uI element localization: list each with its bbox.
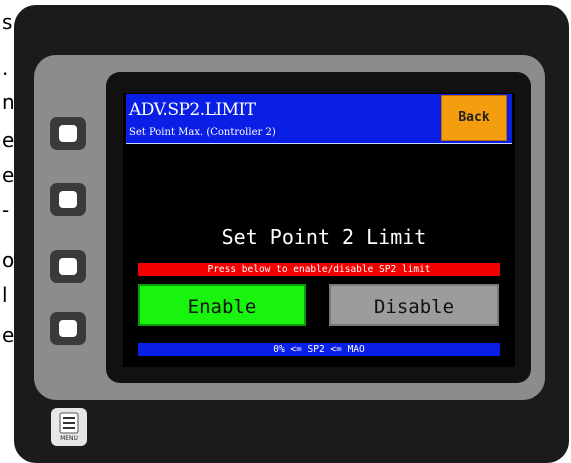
key-face [59,320,77,337]
back-button[interactable]: Back [441,95,507,141]
range-note-banner: 0% <= SP2 <= MAO [138,343,500,356]
display-screen: ADV.SP2.LIMIT Set Point Max. (Controller… [123,93,515,367]
enable-button[interactable]: Enable [138,284,306,326]
side-key-3[interactable] [50,250,86,283]
disable-button[interactable]: Disable [329,284,499,326]
page-subtitle: Set Point Max. (Controller 2) [129,127,276,138]
side-key-4[interactable] [50,312,86,345]
side-key-1[interactable] [50,117,86,150]
section-heading: Set Point 2 Limit [221,225,427,249]
menu-icon [59,412,79,434]
key-face [59,125,77,142]
key-face [59,258,77,275]
key-face [59,191,77,208]
menu-button[interactable]: MENU [51,408,87,446]
instruction-banner: Press below to enable/disable SP2 limit [138,263,500,276]
page-title: ADV.SP2.LIMIT [129,100,256,120]
side-key-2[interactable] [50,183,86,216]
menu-label: MENU [60,435,78,442]
